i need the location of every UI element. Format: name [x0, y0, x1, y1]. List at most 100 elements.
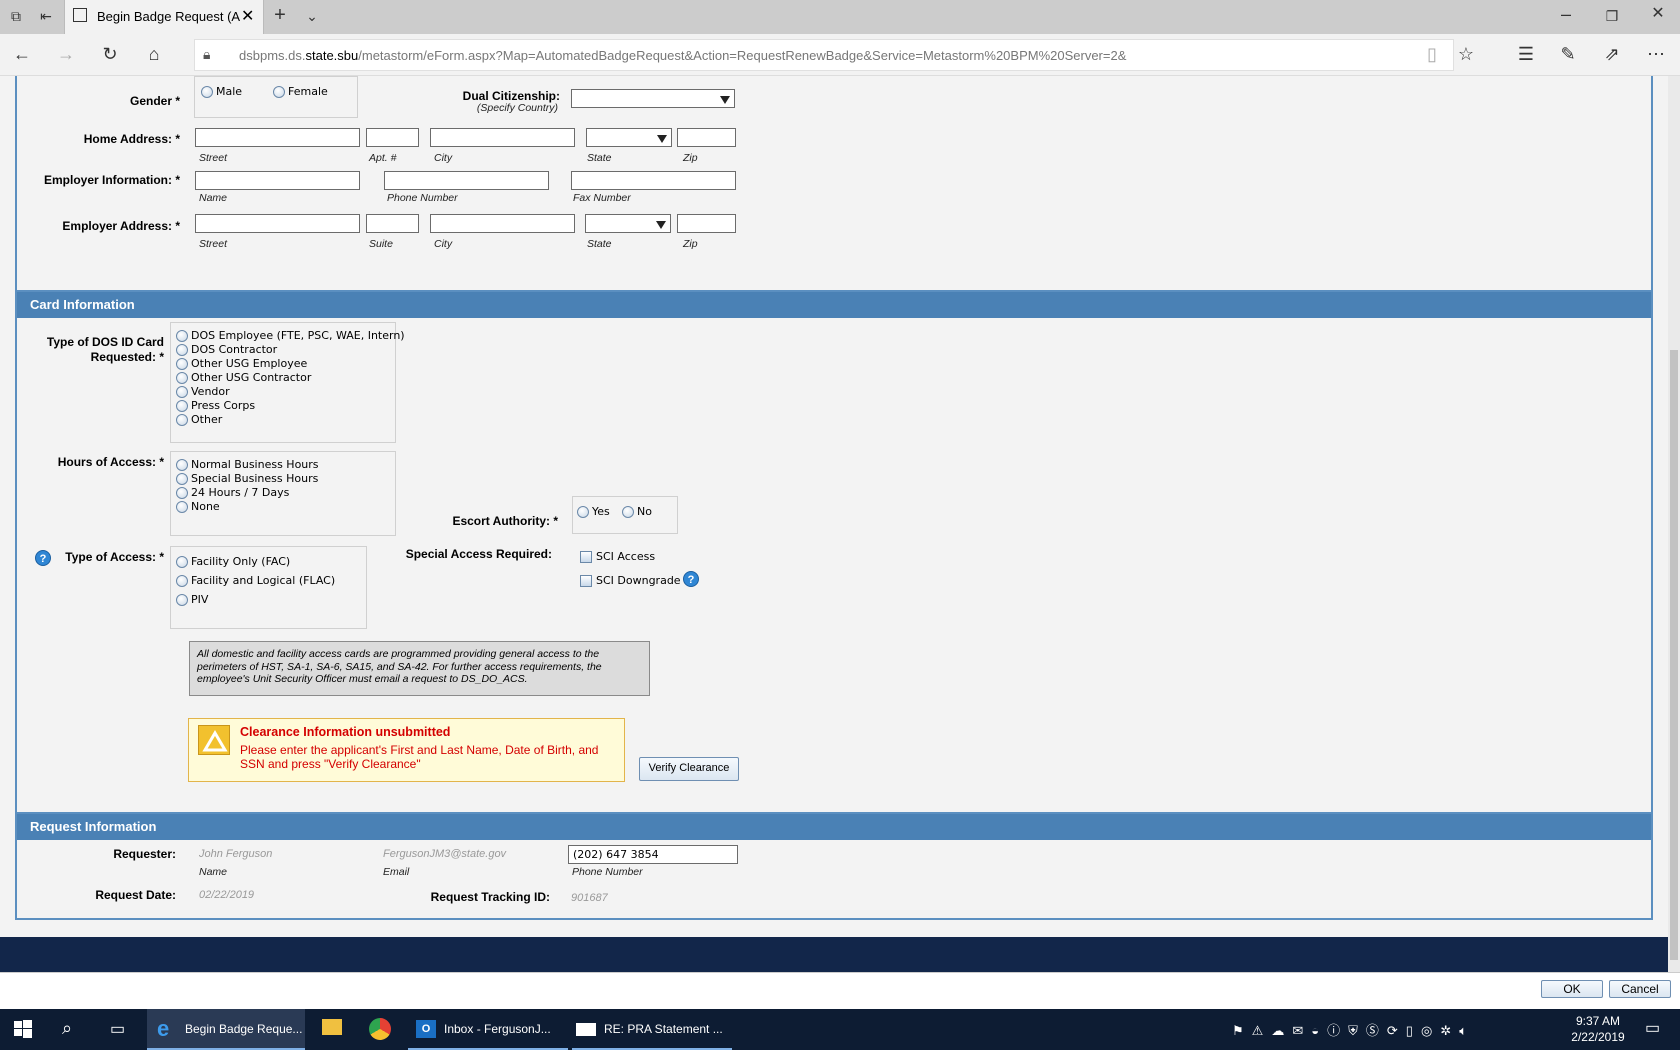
- action-center-icon[interactable]: ▭: [1645, 1018, 1660, 1038]
- tray-volume-icon[interactable]: 🔈︎: [1459, 1023, 1475, 1038]
- card-type-option[interactable]: Other USG Employee: [176, 357, 405, 371]
- tray-hat-icon[interactable]: ◒: [1311, 1023, 1327, 1038]
- access-option[interactable]: Facility and Logical (FLAC): [176, 574, 335, 588]
- access-note: All domestic and facility access cards a…: [189, 641, 650, 696]
- gender-label: Gender *: [129, 94, 180, 108]
- tray-outlook-icon[interactable]: ✉: [1292, 1023, 1311, 1038]
- employer-phone-input[interactable]: [384, 171, 549, 190]
- employer-zip-input[interactable]: [677, 214, 736, 233]
- warning-icon: [198, 725, 230, 755]
- employer-city-sub: City: [434, 238, 453, 250]
- taskbar-clock[interactable]: 9:37 AM 2/22/2019: [1560, 1013, 1636, 1045]
- employer-city-input[interactable]: [430, 214, 575, 233]
- dual-citizenship-select[interactable]: [571, 89, 735, 108]
- refresh-icon[interactable]: ↻: [98, 44, 122, 66]
- chrome-icon[interactable]: [369, 1018, 391, 1040]
- window-close-icon[interactable]: ✕: [1646, 4, 1670, 26]
- escort-no-option[interactable]: No: [622, 505, 652, 519]
- home-icon[interactable]: ⌂: [142, 44, 166, 66]
- minimize-icon[interactable]: –: [1554, 4, 1578, 26]
- home-zip-input[interactable]: [677, 128, 736, 147]
- sci-access-checkbox[interactable]: SCI Access: [580, 550, 655, 564]
- escort-authority-label: Escort Authority: *: [452, 514, 558, 528]
- employer-suite-input[interactable]: [366, 214, 419, 233]
- tray-cloud-icon[interactable]: ☁: [1271, 1023, 1292, 1038]
- card-info-header: Card Information: [17, 292, 1651, 318]
- taskbar-mail-label: RE: PRA Statement ...: [604, 1022, 723, 1036]
- home-street-input[interactable]: [195, 128, 360, 147]
- home-city-input[interactable]: [430, 128, 575, 147]
- escort-yes-option[interactable]: Yes: [577, 505, 610, 519]
- hours-option[interactable]: None: [176, 500, 319, 514]
- request-info-header: Request Information: [17, 814, 1651, 840]
- file-explorer-icon[interactable]: [322, 1019, 342, 1035]
- edge-icon: e: [157, 1016, 170, 1041]
- gender-female-option[interactable]: Female: [273, 85, 328, 99]
- gender-group: Male Female: [194, 76, 358, 118]
- windows-start-icon[interactable]: [14, 1020, 32, 1038]
- employer-name-input[interactable]: [195, 171, 360, 190]
- home-apt-input[interactable]: [366, 128, 419, 147]
- sci-downgrade-checkbox[interactable]: SCI Downgrade: [580, 574, 681, 588]
- hours-option[interactable]: Special Business Hours: [176, 472, 319, 486]
- card-type-option[interactable]: DOS Contractor: [176, 343, 405, 357]
- taskbar-outlook-label: Inbox - FergusonJ...: [444, 1022, 551, 1036]
- access-option[interactable]: PIV: [176, 593, 208, 607]
- url-field[interactable]: 🔒︎ dsbpms.ds.state.sbu/metastorm/eForm.a…: [194, 39, 1454, 71]
- favorites-hub-icon[interactable]: ☰: [1514, 44, 1538, 66]
- hours-access-label: Hours of Access: *: [57, 455, 164, 469]
- tray-warning-icon[interactable]: ⚠: [1252, 1023, 1272, 1038]
- employer-street-input[interactable]: [195, 214, 360, 233]
- task-view-icon[interactable]: ▭: [110, 1019, 125, 1039]
- special-access-label: Special Access Required:: [405, 547, 552, 561]
- tab-close-icon[interactable]: ✕: [241, 6, 254, 26]
- tray-skype-icon[interactable]: Ⓢ: [1366, 1023, 1387, 1038]
- home-state-select[interactable]: [586, 128, 672, 147]
- tray-battery-icon[interactable]: ▯: [1406, 1023, 1421, 1038]
- tray-sync-icon[interactable]: ⟳: [1387, 1023, 1406, 1038]
- verify-clearance-button[interactable]: Verify Clearance: [639, 757, 739, 781]
- share-icon[interactable]: ⇗: [1600, 44, 1624, 66]
- hours-access-group: Normal Business Hours Special Business H…: [170, 451, 396, 536]
- reading-view-icon[interactable]: ▯: [1420, 44, 1444, 66]
- clock-date: 2/22/2019: [1571, 1030, 1625, 1044]
- search-icon[interactable]: ⌕: [62, 1018, 72, 1039]
- restore-icon[interactable]: ❐: [1600, 6, 1624, 28]
- card-type-option[interactable]: Press Corps: [176, 399, 405, 413]
- tab-list-chevron-icon[interactable]: ⌄: [300, 6, 324, 28]
- taskbar-outlook-item[interactable]: O Inbox - FergusonJ...: [408, 1009, 568, 1050]
- scrollbar-thumb[interactable]: [1670, 350, 1678, 960]
- set-tabs-aside-icon[interactable]: ⇤: [34, 6, 58, 28]
- ok-button[interactable]: OK: [1541, 980, 1603, 998]
- tray-info-icon[interactable]: ⓘ: [1327, 1023, 1348, 1038]
- forward-icon[interactable]: →: [54, 44, 78, 66]
- taskbar-mail-item[interactable]: RE: PRA Statement ...: [572, 1009, 732, 1050]
- sci-downgrade-help-icon[interactable]: ?: [683, 571, 699, 587]
- card-type-option[interactable]: Other: [176, 413, 405, 427]
- taskbar-edge-item[interactable]: e Begin Badge Reque...: [147, 1009, 305, 1050]
- employer-state-select[interactable]: [585, 214, 671, 233]
- back-icon[interactable]: ←: [10, 44, 34, 66]
- hours-option[interactable]: 24 Hours / 7 Days: [176, 486, 319, 500]
- requester-phone-input[interactable]: (202) 647 3854: [568, 845, 738, 864]
- tray-network-icon[interactable]: ◎: [1421, 1023, 1440, 1038]
- card-type-option[interactable]: DOS Employee (FTE, PSC, WAE, Intern): [176, 329, 405, 343]
- card-type-option[interactable]: Other USG Contractor: [176, 371, 405, 385]
- employer-fax-input[interactable]: [571, 171, 736, 190]
- hours-option[interactable]: Normal Business Hours: [176, 458, 319, 472]
- cancel-button[interactable]: Cancel: [1609, 980, 1671, 998]
- more-menu-icon[interactable]: ⋯: [1644, 44, 1668, 66]
- tray-settings-icon[interactable]: ✲: [1440, 1023, 1459, 1038]
- system-tray-icons[interactable]: ⚑⚠☁✉◒ⓘ⛨Ⓢ⟳▯◎✲🔈︎: [1232, 1020, 1532, 1040]
- favorite-star-icon[interactable]: ☆: [1454, 44, 1478, 66]
- tab-active[interactable]: Begin Badge Request (A ✕: [64, 0, 264, 34]
- web-note-pen-icon[interactable]: ✎: [1556, 44, 1580, 66]
- checkbox-icon: [580, 551, 592, 563]
- access-option[interactable]: Facility Only (FAC): [176, 555, 290, 569]
- tray-flag-icon[interactable]: ⚑: [1232, 1023, 1252, 1038]
- gender-male-option[interactable]: Male: [201, 85, 242, 99]
- tray-shield-icon[interactable]: ⛨: [1348, 1023, 1366, 1038]
- new-tab-icon[interactable]: +: [268, 5, 292, 27]
- tab-manager-icon[interactable]: ⧉: [4, 6, 28, 28]
- card-type-option[interactable]: Vendor: [176, 385, 405, 399]
